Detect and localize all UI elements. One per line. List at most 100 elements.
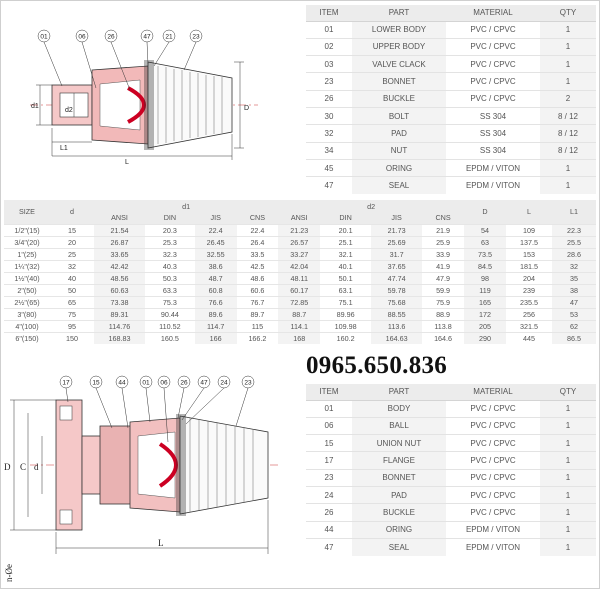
table-row: 6"(150) 150 168.83 160.5 166 166.2 168 160.2 164… [4,331,596,344]
cell-value: 321.5 [506,319,552,332]
cell-value: 63 [464,235,506,248]
table-row: 23 BONNET PVC / CPVC 1 [306,468,596,487]
cell-material: PVC / CPVC [446,20,540,39]
cell-value: 72.85 [278,295,321,308]
cell-material: PVC / CPVC [446,451,540,470]
cell-value: 40.1 [320,259,372,272]
cell-qty: 8 / 12 [540,124,596,143]
cell-value: 20.3 [145,223,195,236]
cell-value: 20 [50,235,94,248]
cell-value: 40.3 [145,259,195,272]
cell-material: PVC / CPVC [446,55,540,73]
cell-value: 21.54 [94,223,146,236]
cell-item: 30 [306,106,352,125]
cell-value: 42.5 [236,259,279,272]
cell-item: 17 [306,451,352,470]
callout-24: 24 [220,380,228,387]
cell-value: 89.31 [94,307,146,320]
header-part: PART [352,384,446,401]
table-row: 06 BALL PVC / CPVC 1 [306,416,596,435]
dim-subheader: CNS [236,212,279,224]
cell-value: 73.38 [94,295,146,308]
cell-value: 28.6 [552,247,596,260]
cell-item: 06 [306,416,352,435]
table-row: 1¼"(32) 32 42.42 40.3 38.6 42.5 42.04 40.1 37.65… [4,259,596,272]
cell-value: 445 [506,331,552,344]
cell-item: 01 [306,399,352,418]
cell-value: 119 [464,283,506,296]
cell-value: 165 [464,295,506,308]
table-row: 30 BOLT SS 304 8 / 12 [306,106,596,125]
cell-value: 164.6 [422,331,464,344]
cell-qty: 1 [540,503,596,522]
cell-material: PVC / CPVC [446,485,540,504]
cell-size: 1½"(40) [4,271,50,284]
union-nut-part [99,425,133,505]
cell-value: 153 [506,247,552,260]
cell-value: 181.5 [506,259,552,272]
cell-value: 38.6 [194,259,237,272]
cell-value: 42.04 [278,259,321,272]
header-item: ITEM [306,5,352,22]
top-valve-drawing: 01 06 26 47 21 23 d1 d2 D L1 L [30,29,258,166]
cell-value: 88.7 [278,307,321,320]
cell-qty: 1 [540,176,596,194]
cell-value: 90.44 [145,307,195,320]
cell-value: 256 [506,307,552,320]
cell-item: 47 [306,537,352,556]
cell-part: VALVE CLACK [352,55,446,73]
cell-value: 20.1 [320,223,372,236]
dim-subheader: DIN [320,212,372,224]
cell-size: 3"(80) [4,307,50,320]
cell-value: 35 [552,271,596,284]
dim-subheader: ANSI [278,212,321,224]
cell-size: 3/4"(20) [4,235,50,248]
cell-value: 33.27 [278,247,321,260]
cell-material: PVC / CPVC [446,89,540,108]
cell-value: 73.5 [464,247,506,260]
cell-qty: 1 [540,537,596,556]
cell-qty: 1 [540,416,596,435]
cell-value: 50.1 [320,271,372,284]
cell-value: 25.1 [320,235,372,248]
cell-part: BALL [352,416,446,435]
cell-material: EPDM / VITON [446,520,540,539]
callout-47: 47 [143,34,151,41]
table-row: 1"(25) 25 33.65 32.3 32.55 33.5 33.27 32.1 31.7 3… [4,247,596,260]
header-material: MATERIAL [446,384,540,401]
cell-value: 47.74 [371,271,423,284]
cell-value: 32 [50,259,94,272]
cell-item: 44 [306,520,352,539]
cell-value: 48.11 [278,271,321,284]
cell-part: BUCKLE [352,503,446,522]
cell-size: 2"(50) [4,283,50,296]
table-row: 23 BONNET PVC / CPVC 1 [306,72,596,91]
table-row: 15 UNION NUT PVC / CPVC 1 [306,434,596,452]
cell-value: 110.52 [145,319,195,332]
dim-subheader: ANSI [94,212,146,224]
dim-header-d2: d2 [278,200,464,212]
cell-value: 22.4 [236,223,279,236]
cell-value: 113.6 [371,319,423,332]
table-row: 1½"(40) 40 48.56 50.3 48.7 48.6 48.11 50.1 47.74… [4,271,596,284]
cell-item: 34 [306,141,352,160]
cell-part: ORING [352,158,446,177]
cell-value: 114.76 [94,319,146,332]
cell-value: 84.5 [464,259,506,272]
cell-qty: 1 [540,55,596,73]
cell-value: 65 [50,295,94,308]
cell-value: 25.5 [552,235,596,248]
cell-qty: 1 [540,158,596,177]
table-row: 2"(50) 50 60.63 63.3 60.8 60.6 60.17 63.1 59.78 5… [4,283,596,296]
phone-number: 0965.650.836 [306,352,448,379]
cell-part: BOLT [352,106,446,125]
cell-item: 26 [306,503,352,522]
cell-part: FLANGE [352,451,446,470]
table-row: 17 FLANGE PVC / CPVC 1 [306,451,596,470]
cell-part: BODY [352,399,446,418]
cell-value: 76.7 [236,295,279,308]
cell-size: 6"(150) [4,331,50,344]
cell-qty: 1 [540,20,596,39]
cell-value: 42.42 [94,259,146,272]
dim-L1: L1 [60,145,68,152]
